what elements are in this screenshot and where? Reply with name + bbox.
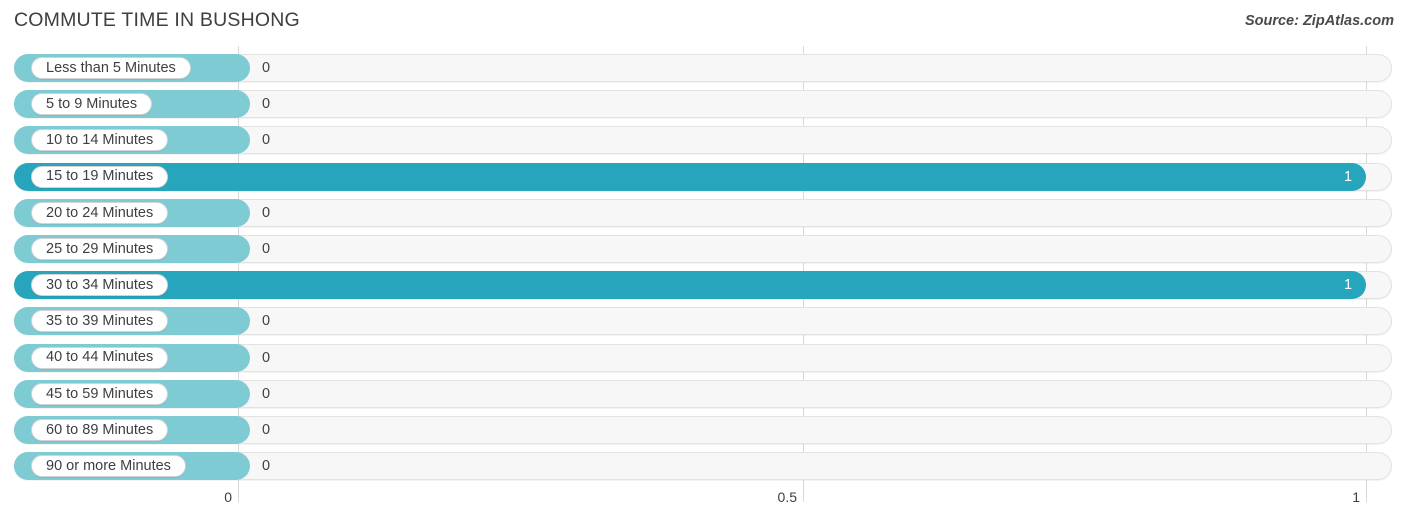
bar-value-label: 0 (262, 132, 271, 149)
table-row[interactable]: 15 to 19 Minutes 1 (14, 162, 1392, 191)
category-label: 5 to 9 Minutes (46, 95, 138, 112)
category-label: 10 to 14 Minutes (46, 132, 154, 149)
bar-value-label: 1 (1344, 168, 1353, 185)
table-row[interactable]: Less than 5 Minutes 0 (14, 54, 1392, 82)
category-label: 20 to 24 Minutes (46, 204, 154, 221)
table-row[interactable]: 30 to 34 Minutes 1 (14, 271, 1392, 300)
category-label: 15 to 19 Minutes (46, 168, 154, 185)
table-row[interactable]: 60 to 89 Minutes 0 (14, 416, 1392, 444)
category-pill: 10 to 14 Minutes (31, 129, 169, 152)
page-title: COMMUTE TIME IN BUSHONG (14, 9, 300, 31)
bar-value-label: 0 (262, 241, 271, 257)
table-row[interactable]: 90 or more Minutes 0 (14, 452, 1392, 481)
category-pill: 45 to 59 Minutes (31, 382, 169, 405)
chart-header: COMMUTE TIME IN BUSHONG Source: ZipAtlas… (0, 0, 1406, 44)
bar-value-label: 0 (262, 313, 271, 330)
category-pill: 35 to 39 Minutes (31, 310, 169, 333)
category-label: 45 to 59 Minutes (46, 385, 154, 402)
category-pill: 30 to 34 Minutes (31, 274, 169, 297)
category-pill: 20 to 24 Minutes (31, 201, 169, 224)
table-row[interactable]: 20 to 24 Minutes 0 (14, 198, 1392, 227)
bar-value-label: 0 (262, 60, 271, 76)
axis-tick-mark (803, 484, 804, 502)
axis-tick-label: 1 (1352, 489, 1360, 505)
category-label: 90 or more Minutes (46, 457, 171, 474)
category-label: Less than 5 Minutes (46, 59, 176, 76)
table-row[interactable]: 5 to 9 Minutes 0 (14, 90, 1392, 119)
bar-fill (14, 162, 1366, 191)
table-row[interactable]: 35 to 39 Minutes 0 (14, 307, 1392, 336)
category-pill: 15 to 19 Minutes (31, 165, 169, 188)
table-row[interactable]: 40 to 44 Minutes 0 (14, 343, 1392, 372)
bar-value-label: 1 (1344, 277, 1353, 294)
bar-value-label: 0 (262, 204, 271, 221)
axis-tick-label: 0.5 (777, 489, 797, 505)
bar-value-label: 0 (262, 458, 271, 475)
table-row[interactable]: 25 to 29 Minutes 0 (14, 235, 1392, 263)
category-pill: 60 to 89 Minutes (31, 419, 169, 441)
category-pill: 5 to 9 Minutes (31, 93, 153, 116)
category-pill: 40 to 44 Minutes (31, 346, 169, 369)
bar-value-label: 0 (262, 349, 271, 366)
x-axis: 0 0.5 1 (0, 484, 1406, 522)
category-pill: 25 to 29 Minutes (31, 238, 169, 260)
bar-fill (14, 271, 1366, 300)
table-row[interactable]: 10 to 14 Minutes 0 (14, 126, 1392, 155)
category-label: 30 to 34 Minutes (46, 276, 154, 293)
category-pill: 90 or more Minutes (31, 455, 186, 478)
category-pill: Less than 5 Minutes (31, 57, 191, 79)
axis-tick-mark (238, 484, 239, 502)
source-attribution: Source: ZipAtlas.com (1244, 13, 1394, 29)
category-label: 25 to 29 Minutes (46, 240, 154, 257)
category-label: 35 to 39 Minutes (46, 313, 154, 330)
axis-tick-label: 0 (224, 489, 232, 505)
category-label: 40 to 44 Minutes (46, 349, 154, 366)
bar-value-label: 0 (262, 96, 271, 113)
category-label: 60 to 89 Minutes (46, 421, 154, 438)
bar-value-label: 0 (262, 422, 271, 438)
bar-value-label: 0 (262, 385, 271, 402)
axis-tick-mark (1366, 484, 1367, 502)
chart-plot-area: Less than 5 Minutes 0 5 to 9 Minutes 0 10 to… (0, 46, 1406, 484)
table-row[interactable]: 45 to 59 Minutes 0 (14, 379, 1392, 408)
